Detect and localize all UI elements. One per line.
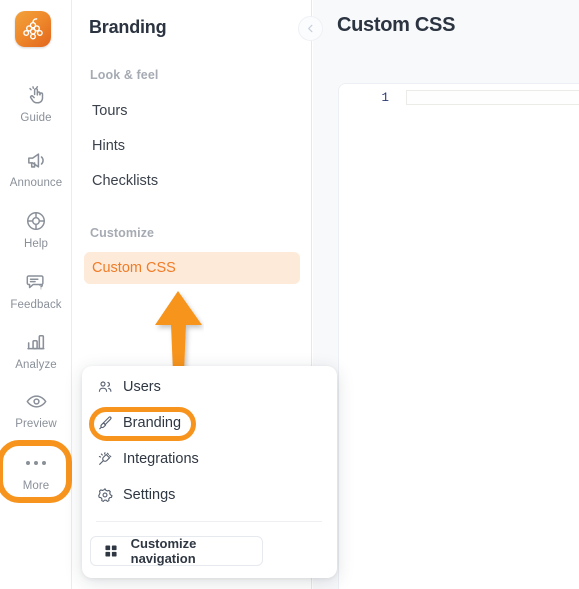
popup-item-label: Branding [123,415,182,431]
ellipsis-icon [26,450,46,476]
menu-item-custom-css[interactable]: Custom CSS [84,252,300,284]
users-icon [96,379,113,395]
sidebar-item-label: Preview [15,418,57,430]
sidebar-item-preview[interactable]: Preview [0,388,72,431]
sidebar-item-announce[interactable]: Announce [0,147,72,190]
sidebar-item-label: Help [23,238,49,250]
popup-item-users[interactable]: Users [96,372,322,402]
app-window: Guide Announce Help Feedback Analyze Pre… [0,0,579,589]
menu-item-tours[interactable]: Tours [84,95,300,127]
lifebuoy-icon [25,208,47,234]
sidebar-item-label: Analyze [15,359,57,371]
more-popup-menu: Users Branding Integrations Settings Cus… [82,366,337,578]
sidebar-item-label: Feedback [10,299,62,311]
section-header-look-and-feel: Look & feel [90,68,159,82]
paintbrush-icon [96,415,113,431]
page-title: Custom CSS [337,14,456,36]
sidebar-item-help[interactable]: Help [0,208,72,251]
menu-item-label: Custom CSS [92,260,176,276]
chat-question-icon [25,269,47,295]
menu-item-label: Checklists [92,173,159,189]
menu-item-label: Tours [92,103,128,119]
popup-item-label: Settings [123,487,176,503]
menu-item-hints[interactable]: Hints [84,130,300,162]
chevron-left-icon [308,24,313,33]
sidebar-item-more[interactable]: More [0,450,72,493]
popup-item-label: Integrations [123,451,199,467]
left-rail: Guide Announce Help Feedback Analyze Pre… [0,0,72,589]
editor-gutter: 1 [339,84,401,589]
customize-navigation-label: Customize navigation [130,536,197,566]
grape-cluster-logo-icon [23,18,43,40]
bar-chart-icon [25,329,47,355]
content-panel: Custom CSS 1 [313,0,579,589]
collapse-panel-button[interactable] [298,16,323,41]
editor-active-line[interactable] [406,90,579,105]
section-header-customize: Customize [90,226,155,240]
sidebar-item-label: Announce [9,177,63,189]
popup-item-settings[interactable]: Settings [96,480,322,510]
pointing-hand-icon [25,82,47,108]
css-code-editor[interactable]: 1 [338,83,579,589]
plug-icon [96,451,113,467]
menu-item-checklists[interactable]: Checklists [84,165,300,197]
customize-navigation-button[interactable]: Customize navigation [90,536,263,566]
popup-item-branding[interactable]: Branding [96,408,322,438]
gear-icon [96,487,113,503]
app-logo[interactable] [15,11,51,47]
sidebar-item-feedback[interactable]: Feedback [0,269,72,312]
sidebar-item-label: Guide [20,112,52,124]
sidebar-item-analyze[interactable]: Analyze [0,329,72,372]
eye-icon [25,388,48,414]
popup-item-label: Users [123,379,161,395]
sidebar-item-label: More [22,480,50,492]
menu-item-label: Hints [92,138,126,154]
grid-squares-icon [103,544,120,558]
sidebar-item-guide[interactable]: Guide [0,82,72,125]
megaphone-icon [25,147,48,173]
panel-title: Branding [89,17,167,37]
editor-line-number: 1 [381,91,389,105]
popup-item-integrations[interactable]: Integrations [96,444,322,474]
popup-divider [96,521,322,522]
